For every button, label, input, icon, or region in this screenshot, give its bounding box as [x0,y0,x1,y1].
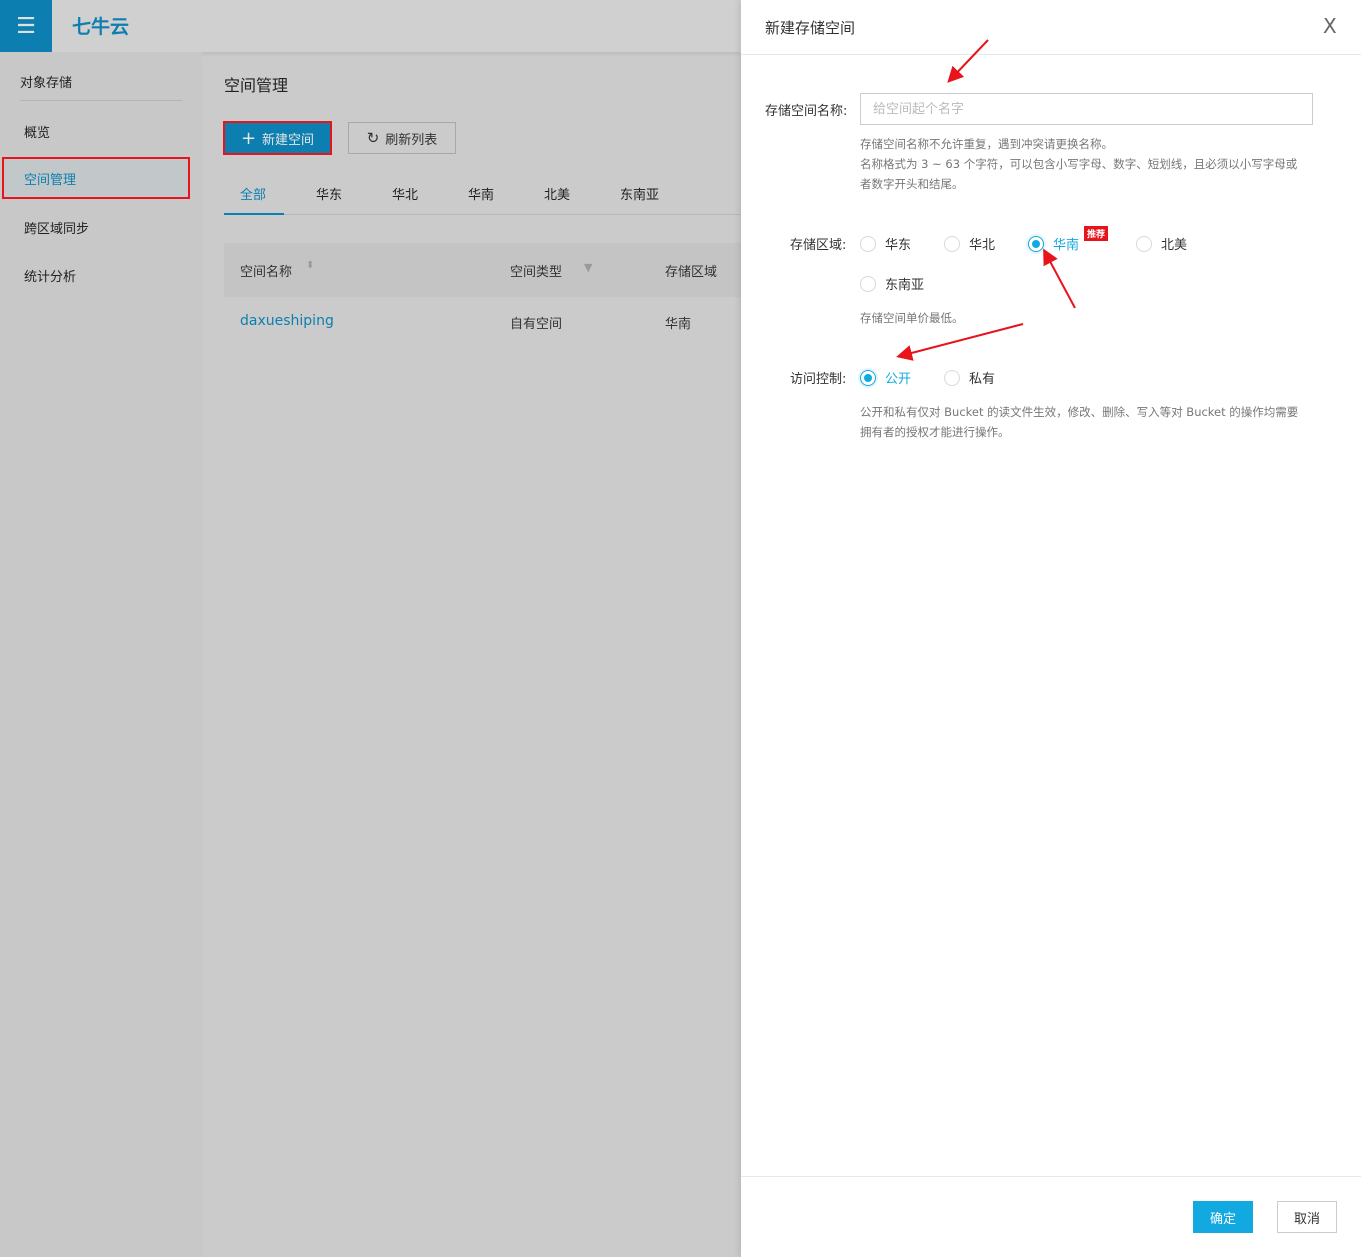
region-label: 存储区域: [790,238,847,253]
button-label: 新建空间 [262,132,315,148]
access-help: 公开和私有仅对 Bucket 的读文件生效，修改、删除、写入等对 Bucket … [860,402,1330,442]
new-bucket-drawer: 新建存储空间 X 存储空间名称: 存储空间名称不允许重复，遇到冲突请更换名称。 … [741,0,1361,1257]
drawer-footer [741,1176,1361,1257]
bucket-type: 自有空间 [510,317,563,332]
sidebar-item-label: 跨区域同步 [24,221,90,237]
region-help: 存储空间单价最低。 [860,311,964,325]
logo-text: 七牛云 [72,16,130,38]
radio-label: 北美 [1161,238,1188,253]
help-line: 拥有者的授权才能进行操作。 [860,425,1010,439]
sidebar-item-label: 概览 [24,125,51,141]
tab-north-china[interactable]: 华北 [392,184,418,203]
radio-region-east-china[interactable]: 华东 [860,234,911,253]
page-title: 空间管理 [224,76,289,95]
radio-label: 私有 [969,372,996,387]
logo[interactable]: 七牛云 [72,12,129,39]
sidebar-item-label: 统计分析 [24,269,77,285]
cancel-button[interactable]: 取消 [1277,1201,1337,1233]
filter-icon[interactable]: ▼ [584,261,592,274]
new-bucket-button[interactable]: + 新建空间 [223,121,332,155]
help-line: 者数字开头和结尾。 [860,177,964,191]
sidebar-item-bucket-management[interactable]: 空间管理 [2,157,190,199]
hamburger-icon[interactable]: ☰ [0,0,52,52]
help-line: 存储空间名称不允许重复，遇到冲突请更换名称。 [860,137,1113,151]
radio-circle [944,369,960,386]
help-line: 名称格式为 3 ~ 63 个字符，可以包含小写字母、数字、短划线，且必须以小写字… [860,157,1298,171]
column-header-region: 存储区域 [665,265,718,280]
column-header-type: 空间类型 [510,265,563,280]
radio-circle [860,369,876,386]
sidebar-item-overview[interactable]: 概览 [0,111,202,151]
radio-region-north-america[interactable]: 北美 [1136,234,1187,253]
radio-label: 公开 [885,372,912,387]
help-line: 公开和私有仅对 Bucket 的读文件生效，修改、删除、写入等对 Bucket … [860,405,1299,419]
radio-circle [860,235,876,252]
radio-access-public[interactable]: 公开 [860,368,911,387]
refresh-icon: ↻ [366,129,380,147]
radio-region-south-china[interactable]: 华南 [1028,234,1079,253]
column-header-name[interactable]: 空间名称 [240,261,292,280]
button-label: 刷新列表 [385,132,438,148]
tab-north-america[interactable]: 北美 [544,184,570,203]
sidebar-section-title: 对象存储 [20,76,73,91]
tab-indicator [224,213,284,215]
radio-label: 华北 [969,238,996,253]
close-icon[interactable]: X [1323,14,1337,38]
tab-all[interactable]: 全部 [240,184,266,203]
confirm-button[interactable]: 确定 [1193,1201,1253,1233]
region-tabs: 全部 华东 华北 华南 北美 东南亚 [224,172,741,215]
sidebar-item-label: 空间管理 [24,172,77,188]
plus-icon: + [240,127,257,149]
bucket-name-label: 存储空间名称: [765,104,848,119]
radio-circle [944,235,960,252]
recommend-badge: 推荐 [1084,226,1109,241]
radio-label: 东南亚 [885,278,925,293]
radio-region-southeast-asia[interactable]: 东南亚 [860,274,924,293]
bucket-name-link[interactable]: daxueshiping [240,313,334,329]
radio-label: 华东 [885,238,912,253]
bucket-region: 华南 [665,317,692,332]
bucket-name-input[interactable] [860,93,1313,125]
drawer-title: 新建存储空间 [765,19,856,37]
radio-circle [860,275,876,292]
bucket-name-help: 存储空间名称不允许重复，遇到冲突请更换名称。 名称格式为 3 ~ 63 个字符，… [860,134,1320,194]
divider [20,100,182,101]
refresh-list-button[interactable]: ↻ 刷新列表 [348,122,456,154]
tab-southeast-asia[interactable]: 东南亚 [620,184,659,203]
table-header: 空间名称 ⬍ 空间类型 ▼ 存储区域 [224,243,741,297]
sort-icon[interactable]: ⬍ [306,260,314,271]
sidebar-item-statistics[interactable]: 统计分析 [0,255,202,295]
tab-east-china[interactable]: 华东 [316,184,342,203]
access-control-label: 访问控制: [790,372,847,387]
tab-south-china[interactable]: 华南 [468,184,494,203]
radio-region-north-china[interactable]: 华北 [944,234,995,253]
radio-label: 华南 [1053,238,1080,253]
radio-circle [1028,235,1044,252]
radio-access-private[interactable]: 私有 [944,368,995,387]
table-row: daxueshiping 自有空间 华南 [224,297,741,345]
radio-circle [1136,235,1152,252]
sidebar-item-cross-region-sync[interactable]: 跨区域同步 [0,207,202,247]
